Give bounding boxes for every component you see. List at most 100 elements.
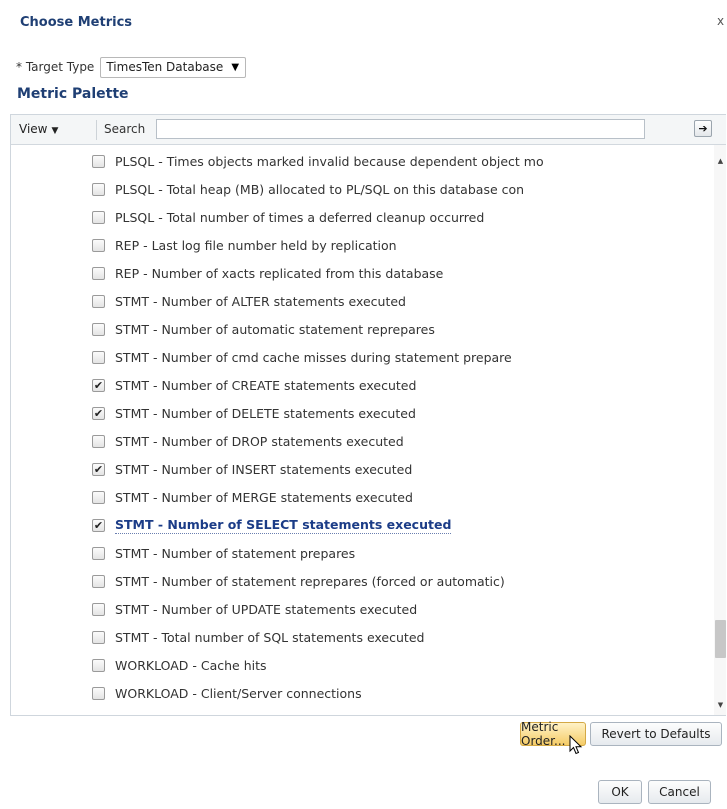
metric-list-item[interactable]: STMT - Number of ALTER statements execut… [11, 287, 546, 315]
search-input[interactable] [156, 119, 645, 139]
metric-label: STMT - Number of statement prepares [115, 545, 356, 561]
search-go-icon[interactable]: ➔ [694, 120, 712, 137]
metric-label: STMT - Number of INSERT statements execu… [115, 461, 413, 477]
metric-list-item[interactable]: PLSQL - Total number of times a deferred… [11, 203, 546, 231]
metric-palette-title: Metric Palette [17, 86, 129, 102]
close-icon[interactable]: x [717, 14, 724, 28]
scroll-thumb[interactable] [715, 620, 726, 658]
cancel-button[interactable]: Cancel [648, 780, 711, 804]
metric-checkbox[interactable] [92, 238, 105, 252]
metric-list-item[interactable]: REP - Number of xacts replicated from th… [11, 259, 546, 287]
metric-label-wrap: PLSQL - Total heap (MB) allocated to PL/… [115, 182, 524, 197]
metric-list-item[interactable]: STMT - Number of statement reprepares (f… [11, 567, 546, 595]
metric-label-wrap: STMT - Number of cmd cache misses during… [115, 350, 512, 365]
metric-checkbox[interactable]: ✔ [92, 378, 105, 392]
metric-label-wrap: PLSQL - Total number of times a deferred… [115, 210, 484, 225]
revert-to-defaults-button[interactable]: Revert to Defaults [590, 722, 722, 746]
metric-list-item[interactable]: STMT - Number of automatic statement rep… [11, 315, 546, 343]
metric-label-wrap: STMT - Number of UPDATE statements execu… [115, 602, 417, 617]
metric-list-item[interactable]: ✔ STMT - Number of SELECT statements exec… [11, 511, 546, 539]
metric-label-wrap: STMT - Number of MERGE statements execut… [115, 490, 413, 505]
metric-order-button[interactable]: Metric Order... [520, 720, 586, 748]
view-menu-label: View [19, 122, 48, 136]
target-type-row: * Target Type TimesTen Database ▼ [16, 56, 247, 78]
checkmark-icon: ✔ [93, 378, 104, 392]
metric-label: STMT - Number of DELETE statements execu… [115, 405, 416, 421]
metric-checkbox[interactable] [92, 490, 105, 504]
metric-list-item[interactable]: STMT - Number of DROP statements execute… [11, 427, 546, 455]
metric-list-item[interactable]: PLSQL - Total heap (MB) allocated to PL/… [11, 175, 546, 203]
metric-list-item[interactable]: WORKLOAD - Cache hits [11, 651, 546, 679]
metric-label-wrap: STMT - Number of CREATE statements execu… [115, 378, 416, 393]
metric-list-item[interactable]: ✔ STMT - Number of INSERT statements exec… [11, 455, 546, 483]
metric-list-item[interactable]: WORKLOAD - Client/Server connections [11, 679, 546, 707]
metric-label: STMT - Number of UPDATE statements execu… [115, 601, 418, 617]
metric-label-wrap: STMT - Total number of SQL statements ex… [115, 630, 424, 645]
metric-label-wrap: STMT - Number of SELECT statements execu… [115, 516, 452, 534]
metric-checkbox[interactable] [92, 686, 105, 700]
metric-label: WORKLOAD - Client/Server connections [115, 685, 362, 701]
metric-checkbox[interactable] [92, 322, 105, 336]
metric-checkbox[interactable]: ✔ [92, 518, 105, 532]
metric-label: STMT - Number of statement reprepares (f… [115, 573, 505, 589]
metric-label-wrap: STMT - Number of statement reprepares (f… [115, 574, 505, 589]
toolbar-separator [96, 120, 97, 140]
metric-label-wrap: PLSQL - Times objects marked invalid bec… [115, 154, 544, 169]
metric-list-item[interactable]: WORKLOAD - Communication with Oracle dat… [11, 707, 546, 716]
metric-checkbox[interactable] [92, 266, 105, 280]
dialog-title: Choose Metrics [20, 15, 133, 30]
metric-label-wrap: STMT - Number of automatic statement rep… [115, 322, 435, 337]
metric-list-item[interactable]: ✔ STMT - Number of CREATE statements exec… [11, 371, 546, 399]
metric-list-item[interactable]: STMT - Number of UPDATE statements execu… [11, 595, 546, 623]
metric-checkbox[interactable]: ✔ [92, 462, 105, 476]
metric-checkbox[interactable] [92, 434, 105, 448]
metric-list-item[interactable]: STMT - Total number of SQL statements ex… [11, 623, 546, 651]
checkmark-icon: ✔ [93, 406, 104, 420]
metric-checkbox[interactable] [92, 630, 105, 644]
metric-label: STMT - Number of DROP statements execute… [115, 433, 404, 449]
metric-label: WORKLOAD - Communication with Oracle dat… [115, 714, 546, 716]
metric-label: STMT - Number of MERGE statements execut… [115, 489, 413, 505]
metric-label-wrap: REP - Last log file number held by repli… [115, 238, 397, 253]
metric-label: REP - Number of xacts replicated from th… [115, 265, 444, 281]
target-type-select[interactable]: TimesTen Database ▼ [100, 56, 247, 78]
checkmark-icon: ✔ [93, 518, 104, 532]
metric-label: STMT - Number of SELECT statements execu… [115, 516, 452, 532]
palette-toolbar: View ▼ Search ➔ [11, 115, 726, 145]
metric-list-item[interactable]: ✔ STMT - Number of DELETE statements exec… [11, 399, 546, 427]
metric-checkbox[interactable] [92, 350, 105, 364]
metric-list-item[interactable]: PLSQL - Times objects marked invalid bec… [11, 147, 546, 175]
metric-checkbox[interactable] [92, 210, 105, 224]
scroll-down-icon[interactable]: ▼ [715, 699, 726, 711]
metric-label-wrap: STMT - Number of statement prepares [115, 546, 355, 561]
metric-checkbox[interactable] [92, 658, 105, 672]
search-label: Search [104, 122, 146, 136]
metric-checkbox[interactable] [92, 714, 105, 715]
metric-label-wrap: STMT - Number of INSERT statements execu… [115, 462, 412, 477]
view-menu[interactable]: View ▼ [19, 115, 58, 144]
metric-checkbox[interactable] [92, 574, 105, 588]
metric-list-item[interactable]: REP - Last log file number held by repli… [11, 231, 546, 259]
metric-label-wrap: STMT - Number of DROP statements execute… [115, 434, 404, 449]
checkmark-icon: ✔ [93, 462, 104, 476]
metric-list-items: PLSQL - Times objects marked invalid bec… [11, 147, 546, 716]
ok-button[interactable]: OK [598, 780, 642, 804]
metric-checkbox[interactable] [92, 182, 105, 196]
metric-checkbox[interactable]: ✔ [92, 406, 105, 420]
scrollbar[interactable]: ▲ ▼ [714, 145, 726, 715]
metric-list-item[interactable]: STMT - Number of statement prepares [11, 539, 546, 567]
metric-label: PLSQL - Total heap (MB) allocated to PL/… [115, 181, 525, 197]
metric-checkbox[interactable] [92, 294, 105, 308]
metric-label-wrap: WORKLOAD - Cache hits [115, 658, 267, 673]
metric-label-wrap: STMT - Number of DELETE statements execu… [115, 406, 416, 421]
metric-checkbox[interactable] [92, 602, 105, 616]
metric-label-wrap: WORKLOAD - Client/Server connections [115, 686, 362, 701]
scroll-up-icon[interactable]: ▲ [715, 155, 726, 167]
metric-label: STMT - Number of CREATE statements execu… [115, 377, 417, 393]
metric-label: PLSQL - Total number of times a deferred… [115, 209, 485, 225]
metric-checkbox[interactable] [92, 546, 105, 560]
metric-list-item[interactable]: STMT - Number of cmd cache misses during… [11, 343, 546, 371]
metric-label: WORKLOAD - Cache hits [115, 657, 267, 673]
metric-checkbox[interactable] [92, 154, 105, 168]
metric-list-item[interactable]: STMT - Number of MERGE statements execut… [11, 483, 546, 511]
